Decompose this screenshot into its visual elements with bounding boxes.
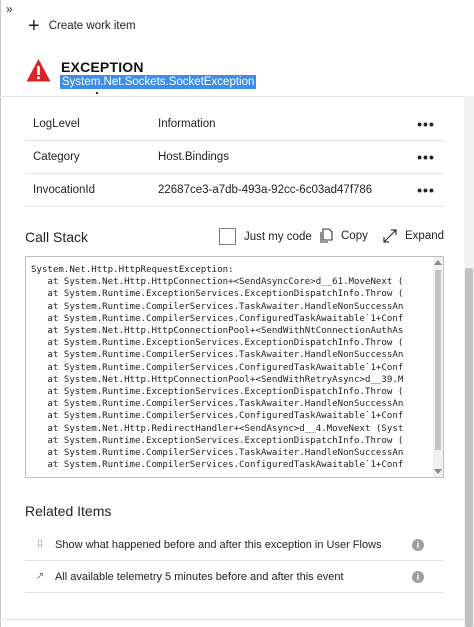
warning-icon — [26, 59, 51, 82]
copy-label: Copy — [341, 229, 368, 242]
more-options-icon[interactable]: ••• — [416, 182, 436, 198]
scroll-up-icon[interactable] — [434, 260, 442, 265]
plus-icon: + — [28, 15, 40, 37]
call-stack-text[interactable]: System.Net.Http.HttpRequestException: at… — [26, 257, 443, 471]
call-stack-box[interactable]: System.Net.Http.HttpRequestException: at… — [25, 256, 444, 478]
just-my-code-label: Just my code — [244, 230, 312, 243]
expand-icon — [383, 229, 397, 243]
collapse-panel-button[interactable]: » — [6, 2, 13, 16]
exception-title: EXCEPTION — [61, 59, 144, 75]
property-row-loglevel: LogLevel Information ••• — [25, 108, 444, 141]
panel-scrollbar-thumb[interactable] — [465, 268, 473, 627]
scroll-down-icon[interactable] — [434, 469, 442, 474]
related-item-telemetry[interactable]: ↗ All available telemetry 5 minutes befo… — [25, 561, 444, 593]
property-value: 22687ce3-a7db-493a-92cc-6c03ad47f786 — [158, 184, 373, 196]
copy-button[interactable]: Copy — [319, 228, 368, 243]
more-options-icon[interactable]: ••• — [416, 116, 436, 132]
related-item-user-flows[interactable]: ⁞⁞ Show what happened before and after t… — [25, 529, 444, 561]
property-key: Category — [33, 151, 80, 163]
call-stack-scrollbar[interactable] — [433, 257, 443, 477]
property-value: Host.Bindings — [158, 151, 229, 163]
call-stack-heading: Call Stack — [25, 229, 89, 245]
telemetry-icon: ↗ — [35, 571, 45, 582]
property-row-category: Category Host.Bindings ••• — [25, 141, 444, 174]
info-icon[interactable]: i — [412, 570, 424, 583]
header-divider — [0, 96, 464, 97]
related-item-label: Show what happened before and after this… — [55, 538, 382, 551]
property-key: InvocationId — [33, 184, 96, 196]
expand-button[interactable]: Expand — [382, 228, 444, 244]
property-value: Information — [158, 118, 216, 130]
call-stack-scrollbar-thumb[interactable] — [435, 270, 441, 450]
more-options-icon[interactable]: ••• — [416, 149, 436, 165]
property-key: LogLevel — [33, 118, 80, 130]
create-work-item-label: Create work item — [48, 20, 136, 32]
create-work-item-button[interactable]: + Create work item — [28, 16, 136, 36]
bottom-divider — [0, 619, 464, 620]
info-icon[interactable]: i — [412, 538, 424, 551]
panel-left-border — [0, 0, 1, 627]
copy-icon — [320, 228, 333, 243]
expand-label: Expand — [405, 230, 445, 242]
text-cursor — [96, 92, 98, 94]
just-my-code-checkbox[interactable] — [219, 228, 236, 245]
just-my-code-toggle[interactable]: Just my code — [219, 228, 312, 245]
exception-type[interactable]: System.Net.Sockets.SocketException — [60, 75, 257, 89]
related-item-label: All available telemetry 5 minutes before… — [55, 570, 344, 583]
user-flows-icon: ⁞⁞ — [37, 539, 43, 550]
property-row-invocationid: InvocationId 22687ce3-a7db-493a-92cc-6c0… — [25, 174, 444, 207]
related-items-heading: Related Items — [25, 503, 112, 519]
properties-table: LogLevel Information ••• Category Host.B… — [25, 108, 444, 207]
